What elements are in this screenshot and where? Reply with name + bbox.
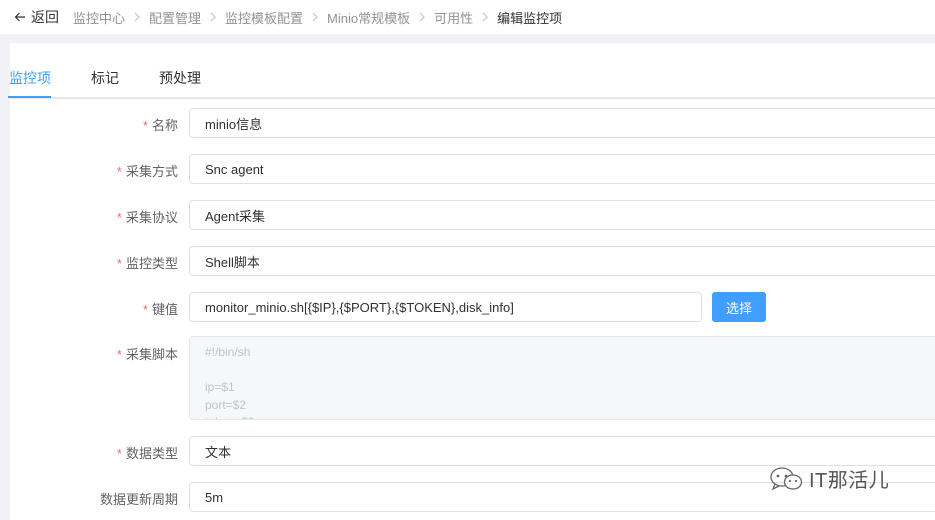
breadcrumb-item-availability[interactable]: 可用性 (434, 8, 473, 27)
watermark-text: IT那活儿 (809, 470, 890, 492)
tab-preprocessing[interactable]: 预处理 (159, 69, 201, 97)
select-key-button[interactable]: 选择 (712, 292, 766, 322)
chevron-right-icon (312, 12, 318, 22)
breadcrumb: 监控中心 配置管理 监控模板配置 Minio常规模板 可用性 编辑监控项 (73, 8, 562, 27)
collect-method-label: * 采集方式 (116, 164, 178, 179)
monitor-type-label: * 监控类型 (116, 256, 178, 271)
back-button[interactable]: 返回 (14, 7, 59, 27)
required-mark: * (116, 446, 122, 461)
edit-form-card: 监控项 标记 预处理 *名称 *采集方式 *采集协议 *监控类型 *键值 选择 … (8, 43, 935, 520)
tab-bar: 监控项 标记 预处理 (8, 69, 935, 99)
collect-protocol-field[interactable] (189, 200, 935, 230)
required-mark: * (116, 347, 122, 362)
required-mark: * (116, 210, 122, 225)
collect-script-label: * 采集脚本 (116, 347, 178, 362)
breadcrumb-item-edit-monitor-item: 编辑监控项 (497, 10, 563, 26)
back-label: 返回 (31, 9, 59, 25)
breadcrumb-bar: 返回 监控中心 配置管理 监控模板配置 Minio常规模板 可用性 编辑监控项 (0, 0, 935, 34)
breadcrumb-item-minio-template[interactable]: Minio常规模板 (327, 8, 410, 27)
collect-method-field[interactable] (189, 154, 935, 184)
collect-protocol-label: * 采集协议 (116, 210, 178, 225)
active-tab-indicator (8, 96, 51, 98)
required-mark: * (116, 164, 122, 179)
tab-monitor-item[interactable]: 监控项 (9, 69, 51, 97)
breadcrumb-item-config-management[interactable]: 配置管理 (149, 8, 201, 27)
name-label: * 名称 (142, 118, 178, 133)
tab-tags[interactable]: 标记 (91, 69, 119, 97)
data-type-field[interactable] (189, 436, 935, 466)
key-label: * 键值 (142, 302, 178, 317)
key-field[interactable] (189, 292, 702, 322)
chevron-right-icon (210, 12, 216, 22)
data-type-label: * 数据类型 (116, 446, 178, 461)
watermark: IT那活儿 (769, 464, 889, 493)
required-mark: * (116, 256, 122, 271)
wechat-icon (770, 466, 803, 490)
chevron-right-icon (482, 12, 488, 22)
collect-script-textarea[interactable]: #!/bin/sh ip=$1 port=$2 token=$3 (189, 336, 935, 420)
chevron-right-icon (134, 12, 140, 22)
breadcrumb-item-template-config[interactable]: 监控模板配置 (225, 8, 303, 27)
breadcrumb-item-monitor-center[interactable]: 监控中心 (73, 8, 125, 27)
name-field[interactable] (189, 108, 935, 138)
monitor-type-field[interactable] (189, 246, 935, 276)
arrow-left-icon (14, 12, 25, 22)
required-mark: * (142, 302, 148, 317)
chevron-right-icon (419, 12, 425, 22)
update-period-label: 数据更新周期 (99, 492, 178, 507)
required-mark: * (142, 118, 148, 133)
